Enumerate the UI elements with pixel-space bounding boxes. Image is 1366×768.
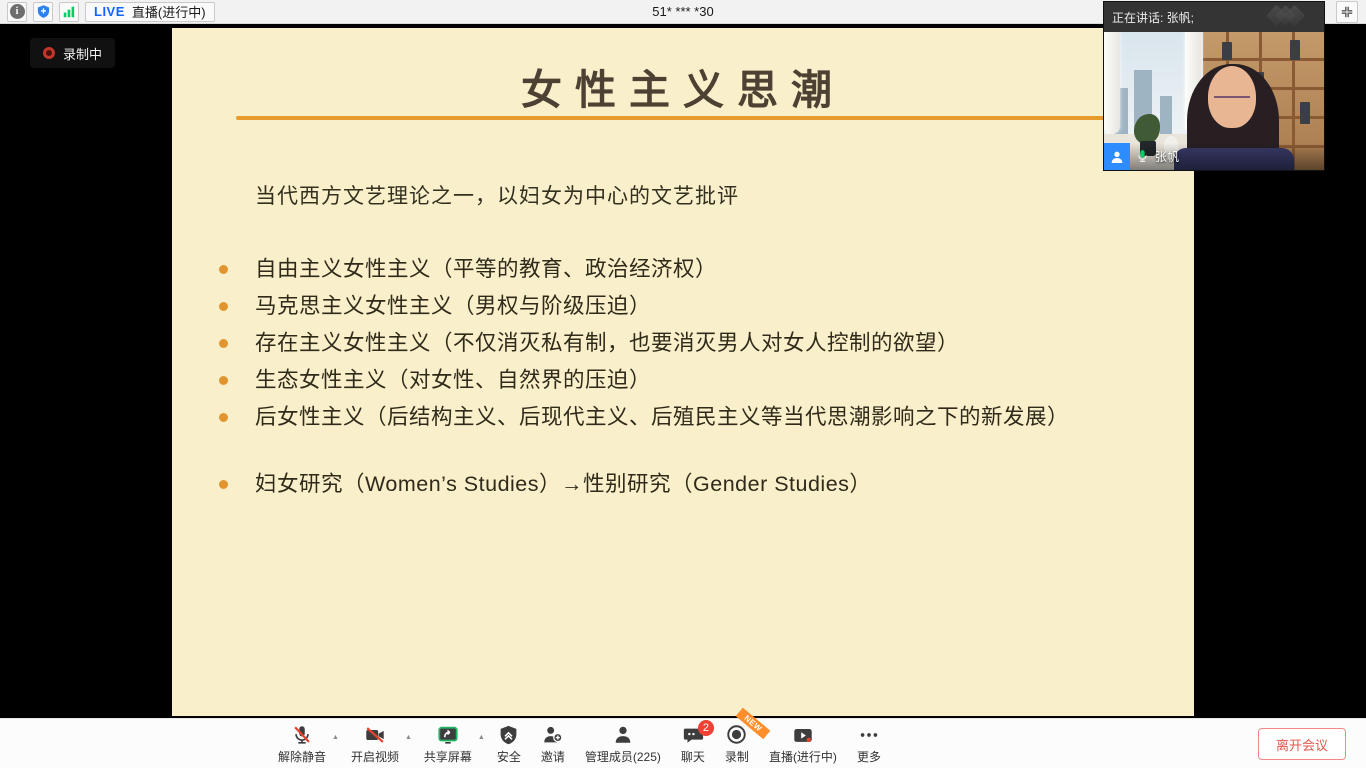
info-icon: i	[10, 4, 25, 19]
invite-person-icon	[541, 723, 564, 747]
shield-plus-icon	[36, 4, 51, 19]
recording-label: 录制中	[63, 44, 102, 63]
bullet-item: 自由主义女性主义（平等的教育、政治经济权）	[218, 251, 1178, 288]
exit-fullscreen-icon	[1340, 5, 1354, 19]
video-feed: 张帆	[1104, 32, 1324, 170]
recording-dot-icon	[43, 47, 55, 59]
leave-meeting-button[interactable]: 离开会议	[1258, 728, 1346, 760]
network-status-button[interactable]	[59, 2, 79, 22]
livestream-button[interactable]: 直播(进行中)	[759, 721, 847, 768]
exit-fullscreen-button[interactable]	[1336, 1, 1358, 23]
start-video-button[interactable]: 开启视频	[341, 721, 409, 768]
bullet-item: 妇女研究（Women’s Studies）→性别研究（Gender Studie…	[218, 466, 1178, 503]
share-screen-icon	[436, 723, 460, 747]
active-speaker-bar: 正在讲话: 张帆;	[1104, 2, 1324, 32]
share-screen-button[interactable]: 共享屏幕	[414, 721, 482, 768]
record-icon	[725, 723, 748, 747]
more-dots-icon	[857, 723, 881, 747]
security-shield-icon	[498, 723, 519, 747]
participant-role-icon	[1104, 143, 1130, 170]
presentation-slide: 女性主义思潮 当代西方文艺理论之一，以妇女为中心的文艺批评 自由主义女性主义（平…	[172, 28, 1194, 716]
live-tv-icon	[791, 723, 815, 747]
participant-name: 张帆	[1155, 148, 1179, 165]
meeting-window: i LIVE 直播(进行中) 51* *** *30	[0, 0, 1366, 768]
speaker-video-thumbnail[interactable]: 正在讲话: 张帆;	[1104, 2, 1324, 170]
bullet-item: 生态女性主义（对女性、自然界的压迫）	[218, 362, 1178, 399]
members-icon	[612, 723, 634, 747]
bullet-item: 存在主义女性主义（不仅消灭私有制，也要消灭男人对女人控制的欲望）	[218, 325, 1178, 362]
more-button[interactable]: 更多	[847, 721, 891, 768]
security-status-button[interactable]	[33, 2, 53, 22]
mic-active-icon	[1136, 149, 1149, 164]
chat-unread-badge: 2	[698, 720, 714, 736]
bullet-item: 后女性主义（后结构主义、后现代主义、后殖民主义等当代思潮影响之下的新发展）	[218, 399, 1178, 436]
chat-button[interactable]: 聊天 2	[671, 721, 715, 768]
mic-muted-icon	[291, 723, 313, 747]
live-status-indicator[interactable]: LIVE 直播(进行中)	[85, 2, 215, 22]
meeting-info-button[interactable]: i	[7, 2, 27, 22]
record-button[interactable]: 录制 NEW	[715, 721, 759, 768]
title-underline	[236, 116, 1194, 120]
camera-off-icon	[363, 723, 387, 747]
manage-members-button[interactable]: 管理成员(225)	[575, 721, 671, 768]
participant-name-bar: 张帆	[1104, 143, 1324, 170]
signal-bars-icon	[62, 5, 76, 19]
slide-intro: 当代西方文艺理论之一，以妇女为中心的文艺批评	[255, 180, 739, 210]
bottom-toolbar: 解除静音 ▲ 开启视频 ▲	[0, 718, 1366, 768]
active-speaker-text: 正在讲话: 张帆;	[1112, 9, 1194, 26]
recording-badge: 录制中	[30, 38, 115, 68]
watermark-logo	[1275, 8, 1302, 23]
live-status-text: 直播(进行中)	[132, 2, 206, 21]
bullet-item: 马克思主义女性主义（男权与阶级压迫）	[218, 288, 1178, 325]
slide-bullet-list: 自由主义女性主义（平等的教育、政治经济权） 马克思主义女性主义（男权与阶级压迫）…	[218, 251, 1178, 503]
unmute-button[interactable]: 解除静音	[268, 721, 336, 768]
invite-button[interactable]: 邀请	[531, 721, 575, 768]
slide-title: 女性主义思潮	[172, 56, 1194, 116]
security-button[interactable]: 安全	[487, 721, 531, 768]
live-badge: LIVE	[94, 4, 125, 19]
